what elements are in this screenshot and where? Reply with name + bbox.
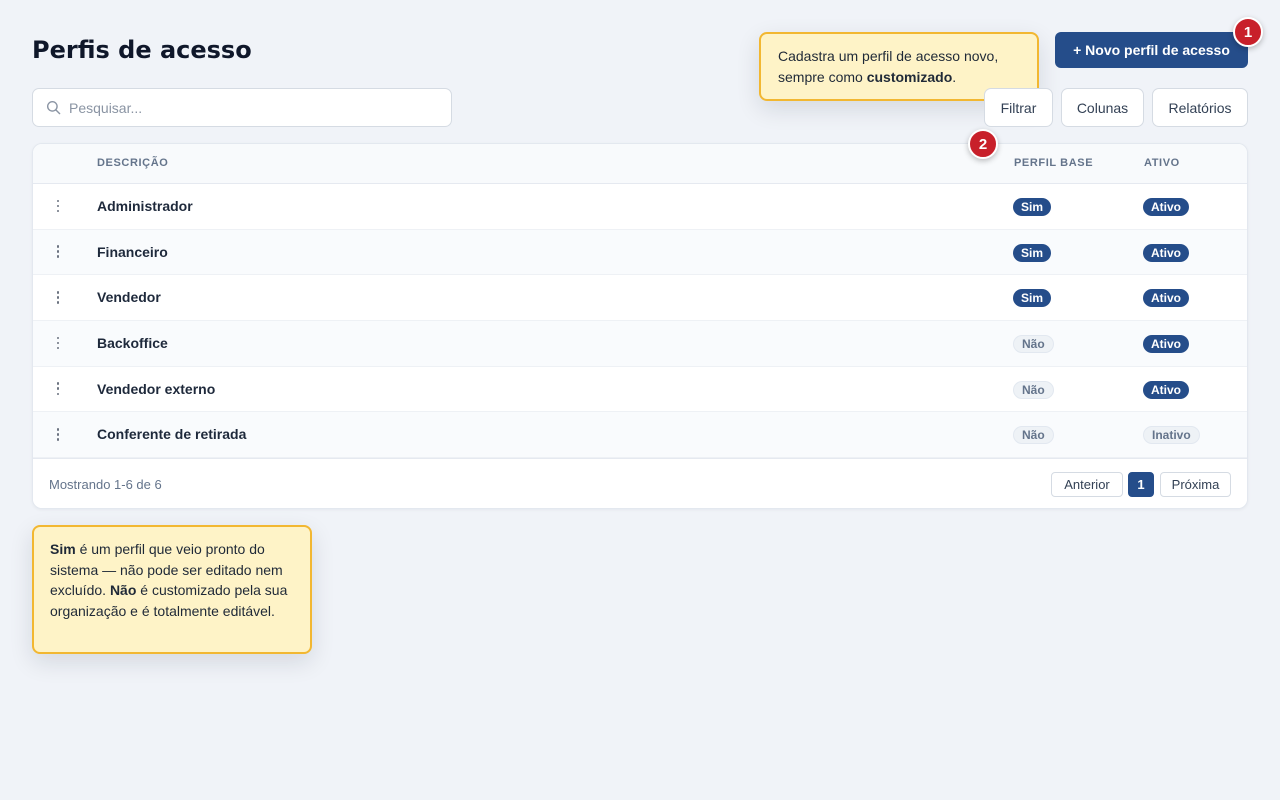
- table-row[interactable]: Vendedor Sim Ativo: [33, 275, 1247, 322]
- base-profile-badge: Não: [1013, 426, 1054, 445]
- status-badge: Ativo: [1143, 289, 1189, 308]
- table-body: Administrador Sim Ativo Financeiro Sim A…: [33, 184, 1247, 459]
- base-profile-badge: Sim: [1013, 289, 1052, 308]
- tour-tooltip-base-profile: Sim é um perfil que veio pronto do siste…: [32, 525, 312, 654]
- tour-step-badge-2: 2: [968, 129, 998, 159]
- kebab-menu-icon[interactable]: [51, 287, 65, 307]
- table-row[interactable]: Administrador Sim Ativo: [33, 184, 1247, 230]
- new-profile-button[interactable]: + Novo perfil de acesso: [1055, 32, 1248, 68]
- kebab-menu-icon[interactable]: [51, 242, 65, 262]
- row-description: Vendedor: [97, 289, 161, 306]
- table-row[interactable]: Backoffice Não Ativo: [33, 321, 1247, 367]
- row-description: Financeiro: [97, 243, 168, 260]
- kebab-menu-icon[interactable]: [51, 424, 65, 444]
- base-profile-badge: Não: [1013, 335, 1054, 354]
- status-badge: Ativo: [1143, 198, 1189, 216]
- page-1-button[interactable]: 1: [1128, 472, 1154, 497]
- base-profile-badge: Sim: [1013, 198, 1052, 216]
- status-badge: Ativo: [1143, 243, 1189, 262]
- tooltip-text: .: [952, 68, 957, 85]
- table-row[interactable]: Financeiro Sim Ativo: [33, 229, 1247, 276]
- status-badge: Inativo: [1143, 426, 1200, 445]
- base-profile-badge: Não: [1013, 380, 1054, 399]
- status-badge: Ativo: [1143, 380, 1189, 399]
- tour-step-badge-1: 1: [1233, 17, 1263, 47]
- column-header-description[interactable]: DESCRIÇÃO: [97, 157, 168, 169]
- filter-button[interactable]: Filtrar: [984, 88, 1053, 127]
- row-description: Conferente de retirada: [97, 426, 247, 443]
- search-input[interactable]: [69, 99, 439, 116]
- column-header-base-profile[interactable]: PERFIL BASE: [1014, 157, 1093, 169]
- previous-page-button[interactable]: Anterior: [1051, 472, 1123, 497]
- status-badge: Ativo: [1143, 335, 1189, 354]
- row-description: Backoffice: [97, 335, 168, 352]
- table-row[interactable]: Conferente de retirada Não Inativo: [33, 412, 1247, 459]
- reports-button[interactable]: Relatórios: [1152, 88, 1248, 127]
- table-header: DESCRIÇÃO PERFIL BASE ATIVO: [33, 144, 1247, 184]
- tooltip-bold: Não: [109, 582, 137, 598]
- tooltip-bold: customizado: [866, 68, 953, 85]
- table-row[interactable]: Vendedor externo Não Ativo: [33, 367, 1247, 413]
- table-footer: Mostrando 1-6 de 6 Anterior 1 Próxima: [33, 458, 1247, 508]
- pagination-summary: Mostrando 1-6 de 6: [49, 477, 162, 492]
- kebab-menu-icon[interactable]: [51, 333, 65, 353]
- row-description: Vendedor externo: [97, 380, 216, 397]
- row-description: Administrador: [97, 198, 193, 214]
- profiles-table: DESCRIÇÃO PERFIL BASE ATIVO Administrado…: [32, 143, 1248, 509]
- columns-button[interactable]: Colunas: [1061, 88, 1144, 127]
- column-header-active[interactable]: ATIVO: [1144, 157, 1180, 169]
- search-box[interactable]: [32, 88, 452, 127]
- base-profile-badge: Sim: [1013, 243, 1052, 262]
- next-page-button[interactable]: Próxima: [1160, 472, 1231, 497]
- page-title: Perfis de acesso: [32, 36, 252, 64]
- kebab-menu-icon[interactable]: [51, 196, 65, 216]
- kebab-menu-icon[interactable]: [51, 379, 65, 399]
- search-icon: [46, 100, 61, 115]
- tooltip-bold: Sim: [50, 541, 76, 557]
